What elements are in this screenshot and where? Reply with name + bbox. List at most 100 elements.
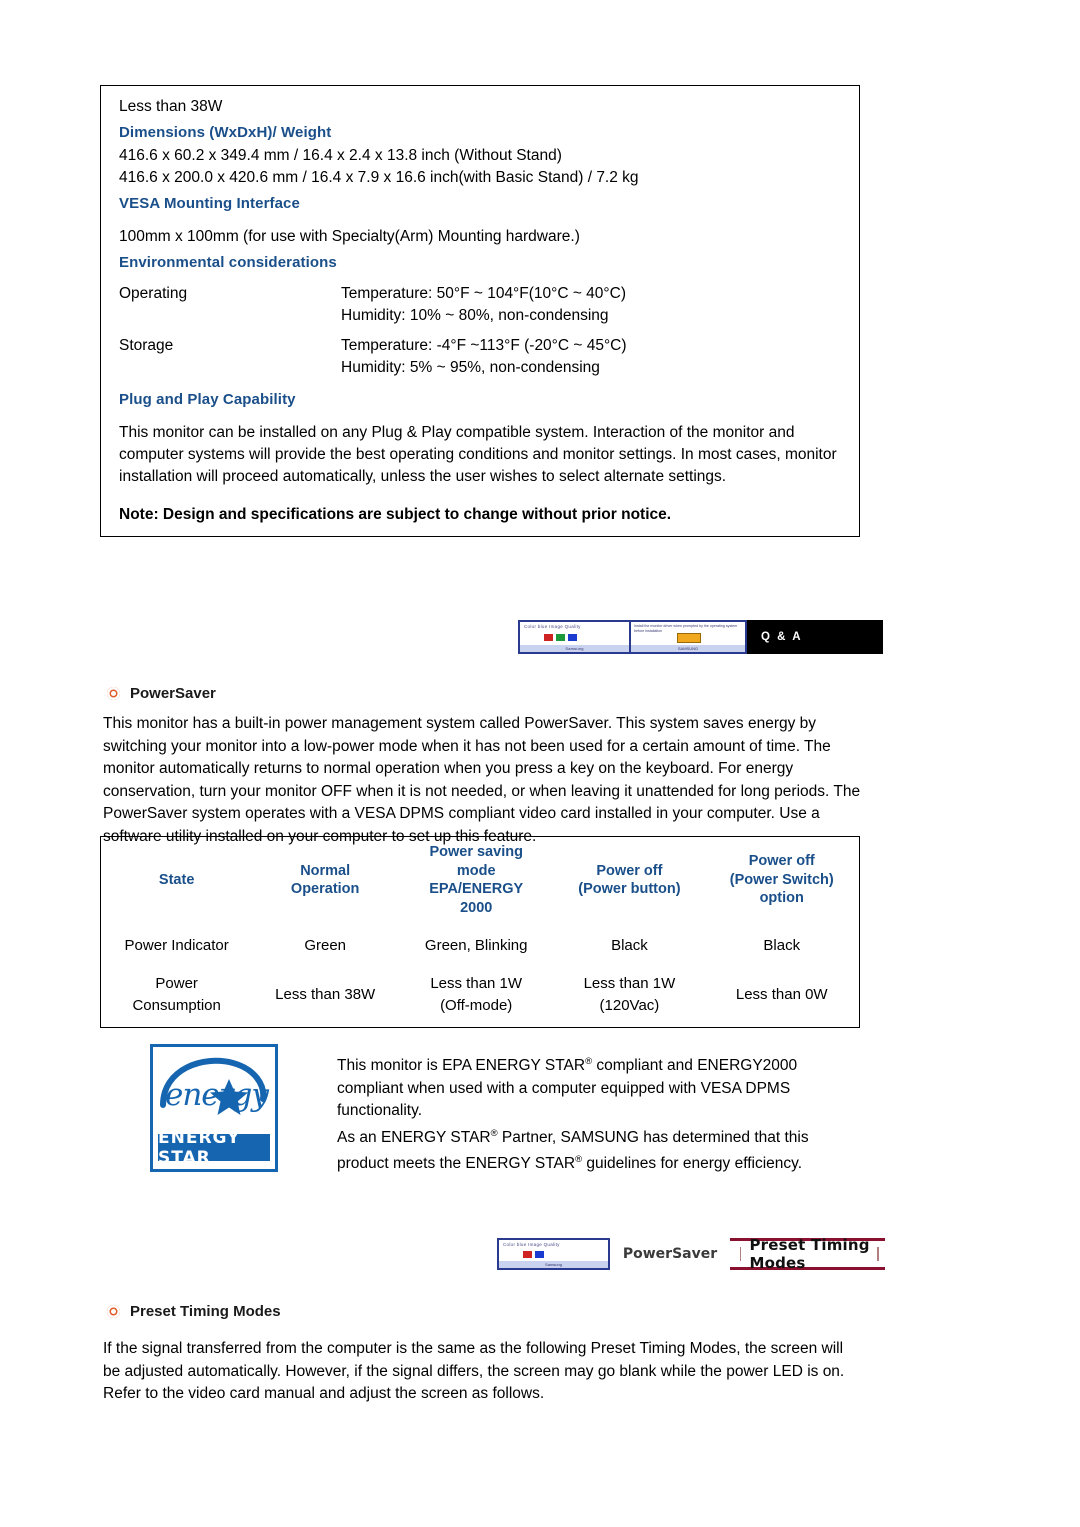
header-normal-line2: Operation — [290, 881, 360, 897]
header-saving-line1: Power saving — [429, 844, 523, 860]
swatch-red-icon — [544, 633, 553, 641]
estar-reg-3: ® — [575, 1154, 583, 1166]
env-storage-humidity: Humidity: 5% ~ 95%, non-condensing — [341, 359, 600, 376]
swatch-red-icon — [523, 1250, 532, 1258]
row-power-consumption-off: Less than 1W (120Vac) — [554, 967, 704, 1027]
design-note: Note: Design and specifications are subj… — [119, 506, 672, 523]
nav-tab-preset-timing-modes[interactable]: Preset Timing Modes — [730, 1236, 885, 1272]
estar-line-5: product meets the ENERGY STAR® guideline… — [337, 1149, 857, 1176]
swatch-green-icon — [556, 633, 565, 641]
vesa-text: 100mm x 100mm (for use with Specialty(Ar… — [119, 228, 580, 245]
nav-tab-qa[interactable]: Q & A — [747, 620, 883, 654]
estar-reg-2: ® — [490, 1127, 498, 1139]
env-operating-temperature: Temperature: 50°F ~ 104°F(10°C ~ 40°C) — [341, 285, 626, 302]
bullet-icon — [107, 1305, 120, 1318]
estar-line-5-a: product meets the ENERGY STAR — [337, 1155, 576, 1173]
row-power-indicator-off: Black — [611, 937, 648, 954]
table-row: Power Consumption Less than 38W Less tha… — [101, 967, 859, 1027]
row-power-consumption-saving: Less than 1W (Off-mode) — [398, 967, 554, 1027]
environmental-row-storage: Storage Temperature: -4°F ~113°F (-20°C … — [101, 327, 859, 379]
nav-thumbnail-color-quality-2[interactable]: Color blue Image Quality Samsung — [497, 1238, 610, 1270]
powersaver-title: PowerSaver — [130, 685, 216, 702]
estar-line-4-b: Partner, SAMSUNG has determined that thi… — [497, 1128, 809, 1146]
powersaver-paragraph: This monitor has a built-in power manage… — [103, 715, 861, 845]
estar-line-1-a: This monitor is EPA ENERGY STAR — [337, 1057, 586, 1075]
row-power-consumption-switch: Less than 0W — [735, 986, 828, 1003]
specifications-box: Less than 38W Dimensions (WxDxH)/ Weight… — [100, 85, 860, 537]
plug-and-play-text: This monitor can be installed on any Plu… — [119, 424, 837, 485]
environmental-heading: Environmental considerations — [119, 254, 337, 271]
nav-panel-caption: Install the monitor driver when prompted… — [634, 624, 738, 633]
header-off-line1: Power off — [596, 862, 663, 879]
row-consumption-off-line1: Less than 1W — [583, 975, 676, 992]
swatch-blue-icon — [568, 633, 577, 641]
env-storage-label: Storage — [119, 337, 174, 354]
nav-thumbnail-color-quality[interactable]: Color blue Image Quality Samsung — [518, 620, 631, 654]
row-power-consumption-label: Power Consumption — [101, 967, 252, 1027]
header-switch-line1: Power off — [748, 853, 815, 870]
energy-star-wordmark: energy — [165, 1077, 269, 1113]
powersaver-section-heading: PowerSaver — [107, 685, 216, 702]
preset-title: Preset Timing Modes — [130, 1303, 281, 1320]
nav-tab-powersaver[interactable]: PowerSaver — [610, 1238, 730, 1270]
estar-line-4-a: As an ENERGY STAR — [337, 1128, 491, 1146]
header-saving-line2: mode — [456, 862, 496, 879]
env-storage-temperature: Temperature: -4°F ~113°F (-20°C ~ 45°C) — [341, 337, 627, 354]
power-consumption-value: Less than 38W — [119, 98, 223, 115]
estar-line-1: This monitor is EPA ENERGY STAR® complia… — [337, 1051, 857, 1078]
energy-star-logo: energy ENERGY STAR — [150, 1044, 278, 1172]
header-normal-line1: Normal — [300, 862, 351, 879]
preset-paragraph: If the signal transferred from the compu… — [103, 1340, 845, 1402]
nav-strip-qa[interactable]: Color blue Image Quality Samsung Install… — [518, 620, 883, 654]
color-swatches-2 — [499, 1249, 608, 1259]
estar-line-1-b: compliant and ENERGY2000 — [592, 1057, 798, 1075]
header-saving-line4: 2000 — [460, 899, 493, 916]
nav-thumb-bar-label: Samsung — [520, 645, 629, 652]
nav-separator-end-icon — [877, 1247, 879, 1261]
row-power-indicator-normal: Green — [304, 937, 347, 954]
nav-tab-preset-label: Preset Timing Modes — [749, 1236, 870, 1272]
preset-section-heading: Preset Timing Modes — [107, 1303, 281, 1320]
nav-strip-preset[interactable]: Color blue Image Quality Samsung PowerSa… — [497, 1236, 885, 1272]
nav-thumb-caption: Color blue Image Quality — [524, 624, 581, 629]
nav-panel-ok-button[interactable] — [677, 633, 701, 644]
row-consumption-saving-line2: (Off-mode) — [440, 997, 513, 1014]
row-consumption-label-line1: Power — [155, 975, 198, 992]
nav-thumb-bar-label-2: Samsung — [499, 1261, 608, 1268]
header-switch-line3: option — [759, 890, 804, 907]
vesa-heading: VESA Mounting Interface — [119, 195, 300, 212]
estar-line-5-b: guidelines for energy efficiency. — [582, 1155, 803, 1173]
nav-panel-install-driver[interactable]: Install the monitor driver when prompted… — [631, 620, 747, 654]
estar-line-2: compliant when used with a computer equi… — [337, 1079, 791, 1097]
nav-panel-bar-label: SAMSUNG — [631, 645, 745, 652]
row-consumption-label-line2: Consumption — [132, 997, 221, 1014]
env-operating-humidity: Humidity: 10% ~ 80%, non-condensing — [341, 307, 609, 324]
header-power-saving: Power saving mode EPA/ENERGY 2000 — [398, 837, 554, 925]
estar-line-3: functionality. — [337, 1102, 423, 1120]
color-swatches — [520, 632, 629, 642]
document-page: Less than 38W Dimensions (WxDxH)/ Weight… — [0, 0, 1080, 1527]
bullet-icon — [107, 687, 120, 700]
header-switch-line2: (Power Switch) — [729, 871, 834, 888]
header-state: State — [158, 871, 195, 888]
table-header-row: State Normal Operation Power saving mode… — [101, 837, 859, 925]
plug-and-play-heading: Plug and Play Capability — [119, 391, 296, 408]
table-row: Power Indicator Green Green, Blinking Bl… — [101, 925, 859, 967]
env-storage-values: Temperature: -4°F ~113°F (-20°C ~ 45°C) … — [341, 335, 841, 379]
row-power-indicator-label: Power Indicator — [124, 937, 229, 954]
row-power-indicator-saving: Green, Blinking — [424, 937, 528, 954]
dimensions-line-2: 416.6 x 200.0 x 420.6 mm / 16.4 x 7.9 x … — [119, 169, 639, 186]
energy-star-bar-label: ENERGY STAR — [158, 1128, 270, 1168]
header-power-off-button: Power off (Power button) — [554, 837, 704, 925]
nav-separator-icon — [740, 1247, 742, 1261]
header-normal-operation: Normal Operation — [252, 837, 398, 925]
env-operating-label: Operating — [119, 285, 188, 302]
row-consumption-saving-line1: Less than 1W — [430, 975, 523, 992]
header-saving-line3: EPA/ENERGY — [429, 881, 524, 897]
dimensions-heading: Dimensions (WxDxH)/ Weight — [119, 124, 332, 141]
swatch-blue-icon — [535, 1250, 544, 1258]
header-power-off-switch: Power off (Power Switch) option — [704, 837, 859, 925]
estar-line-4: As an ENERGY STAR® Partner, SAMSUNG has … — [337, 1123, 857, 1150]
nav-thumb-caption-2: Color blue Image Quality — [503, 1242, 560, 1247]
row-power-consumption-normal: Less than 38W — [275, 986, 376, 1003]
